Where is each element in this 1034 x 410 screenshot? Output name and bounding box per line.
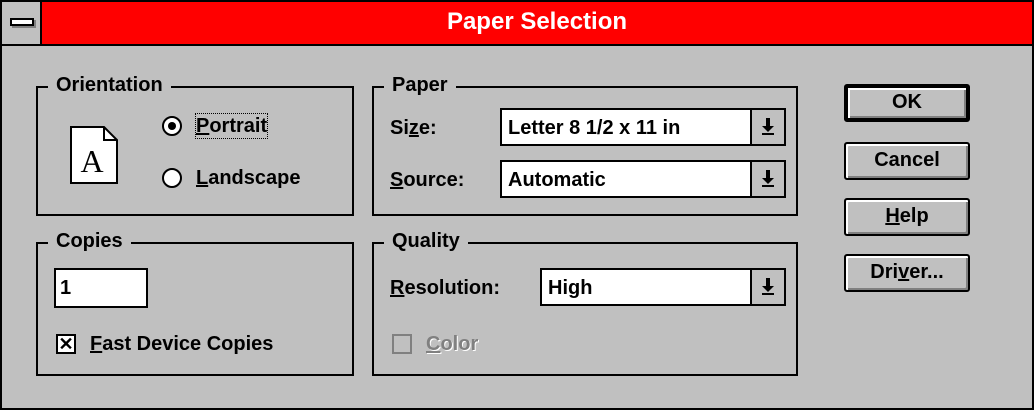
size-label-pre: Si: [390, 117, 409, 139]
driver-button[interactable]: Driver...: [844, 254, 970, 292]
source-dropdown-button[interactable]: [750, 162, 784, 196]
copies-value: 1: [60, 277, 72, 299]
source-value: Automatic: [508, 169, 606, 191]
copies-legend: Copies: [48, 230, 131, 252]
portrait-accel: P: [196, 115, 210, 137]
window-title: Paper Selection: [446, 8, 628, 35]
color-checkbox[interactable]: [392, 334, 412, 354]
dropdown-arrow-icon: [762, 170, 774, 187]
radio-selected-dot: [168, 122, 176, 130]
fast-device-copies-checkbox[interactable]: ✕: [56, 334, 76, 354]
source-label-post: ource:: [403, 169, 465, 191]
resolution-label-post: esolution:: [404, 277, 500, 299]
help-accel: H: [885, 205, 900, 227]
paper-legend: Paper: [384, 74, 456, 96]
landscape-label[interactable]: Landscape: [196, 166, 300, 190]
size-dropdown-button[interactable]: [750, 110, 784, 144]
source-label: Source:: [390, 168, 464, 192]
size-label: Size:: [390, 116, 437, 140]
resolution-label: Resolution:: [390, 276, 500, 300]
portrait-page-icon: A: [70, 126, 118, 184]
system-menu-icon: [10, 18, 34, 26]
resolution-dropdown-button[interactable]: [750, 270, 784, 304]
portrait-radio[interactable]: [162, 116, 182, 136]
cancel-button[interactable]: Cancel: [844, 142, 970, 180]
size-accel: z: [408, 117, 419, 139]
fast-device-copies-label[interactable]: Fast Device Copies: [90, 332, 273, 356]
color-accel: C: [426, 333, 441, 355]
color-label-rest: olor: [440, 333, 479, 355]
copies-input[interactable]: 1: [54, 268, 148, 308]
source-select[interactable]: Automatic: [500, 160, 786, 198]
system-menu-button[interactable]: [2, 2, 42, 44]
help-button[interactable]: Help: [844, 198, 970, 236]
landscape-radio[interactable]: [162, 168, 182, 188]
size-label-post: e:: [418, 117, 437, 139]
ok-button[interactable]: OK: [844, 84, 970, 122]
portrait-label[interactable]: Portrait: [194, 113, 269, 139]
driver-pre: Dri: [870, 261, 899, 283]
help-rest: elp: [899, 205, 929, 227]
resolution-select[interactable]: High: [540, 268, 786, 306]
source-accel: S: [390, 169, 404, 191]
landscape-accel: L: [196, 167, 209, 189]
size-value: Letter 8 1/2 x 11 in: [508, 117, 681, 139]
driver-accel: v: [898, 261, 910, 283]
orientation-legend: Orientation: [48, 74, 171, 96]
page-preview-letter: A: [80, 143, 103, 179]
quality-legend: Quality: [384, 230, 468, 252]
driver-post: er...: [909, 261, 944, 283]
paper-selection-dialog: Paper Selection Orientation A Portrait L…: [0, 0, 1034, 410]
resolution-accel: R: [390, 277, 405, 299]
dropdown-arrow-icon: [762, 118, 774, 135]
portrait-label-rest: ortrait: [209, 115, 268, 137]
fast-copies-accel: F: [90, 333, 103, 355]
title-bar[interactable]: Paper Selection: [2, 2, 1032, 46]
landscape-label-rest: andscape: [208, 167, 301, 189]
size-select[interactable]: Letter 8 1/2 x 11 in: [500, 108, 786, 146]
dropdown-arrow-icon: [762, 278, 774, 295]
fast-copies-rest: ast Device Copies: [102, 333, 274, 355]
color-label[interactable]: Color: [426, 332, 478, 356]
resolution-value: High: [548, 277, 593, 299]
checkbox-mark: ✕: [58, 334, 74, 354]
